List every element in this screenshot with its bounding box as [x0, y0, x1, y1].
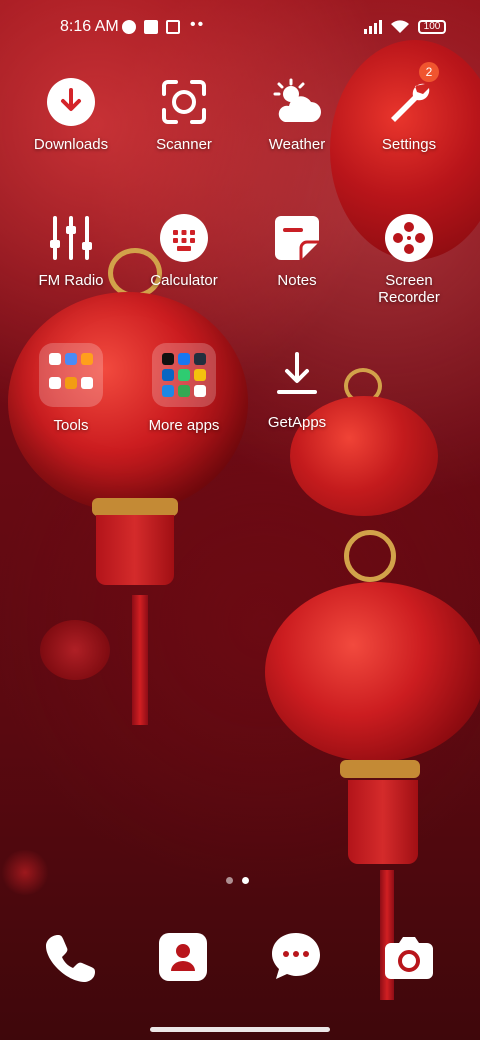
folder-label: Tools: [53, 417, 89, 434]
camera-icon: [381, 929, 437, 990]
getapps-download-icon: [273, 350, 321, 398]
film-reel-icon: [385, 214, 433, 262]
app-label: Screen Recorder: [378, 272, 440, 306]
messages-icon: [268, 929, 324, 990]
folder-app-icon: [162, 369, 174, 381]
lantern-band: [340, 760, 420, 778]
equalizer-icon: [47, 214, 95, 262]
lantern-decoration: [0, 850, 50, 895]
notes-icon: [273, 214, 321, 262]
contacts-icon: [155, 929, 211, 990]
folder-icon: [152, 343, 216, 407]
folder-app-icon: [162, 385, 174, 397]
folder-tools[interactable]: Tools: [16, 343, 126, 434]
lantern-tassel: [96, 515, 174, 585]
signal-icon: [364, 18, 386, 34]
folder-app-icon: [194, 369, 206, 381]
dock-camera[interactable]: [381, 929, 437, 985]
app-screen-recorder[interactable]: Screen Recorder: [354, 214, 464, 306]
folder-app-icon: [81, 353, 93, 365]
lantern-tassel: [348, 780, 418, 864]
phone-icon: [42, 929, 98, 990]
calculator-icon: [160, 214, 208, 262]
app-label: Settings: [381, 136, 437, 153]
wrench-icon: 2: [385, 62, 439, 126]
folder-more-apps[interactable]: More apps: [129, 343, 239, 434]
page-indicator: [226, 877, 256, 885]
folder-grid: [162, 353, 206, 397]
scanner-icon: [160, 78, 208, 126]
page-dot: [226, 877, 233, 884]
moon-icon: [122, 20, 136, 34]
app-label: FM Radio: [38, 272, 104, 289]
dock-phone[interactable]: [42, 929, 98, 985]
app-fm-radio[interactable]: FM Radio: [16, 214, 126, 289]
app-weather[interactable]: Weather: [242, 78, 352, 153]
battery-level: 100: [423, 21, 441, 32]
folder-grid: [49, 353, 93, 397]
folder-app-icon: [65, 353, 77, 365]
app-getapps[interactable]: GetApps: [242, 350, 352, 431]
app-label: Weather: [268, 136, 326, 153]
square-icon: [144, 20, 158, 34]
app-label: GetApps: [267, 414, 327, 431]
app-calculator[interactable]: Calculator: [129, 214, 239, 289]
folder-app-icon: [194, 353, 206, 365]
wifi-icon: [390, 18, 410, 34]
page-dot-active: [242, 877, 249, 884]
folder-label: More apps: [148, 417, 220, 434]
lantern-decoration: [40, 620, 110, 680]
home-indicator[interactable]: [150, 1027, 330, 1032]
folder-app-icon: [81, 377, 93, 389]
status-time: 8:16 AM: [60, 18, 119, 35]
weather-icon: [273, 78, 321, 126]
folder-app-icon: [178, 369, 190, 381]
more-icon: ••: [190, 16, 206, 33]
upload-icon: [166, 20, 180, 34]
app-scanner[interactable]: Scanner: [129, 78, 239, 153]
folder-icon: [39, 343, 103, 407]
download-icon: [47, 78, 95, 126]
lantern-decoration: [265, 582, 480, 762]
app-label: Notes: [277, 272, 317, 289]
folder-app-icon: [194, 385, 206, 397]
folder-app-icon: [178, 385, 190, 397]
folder-app-icon: [162, 353, 174, 365]
lantern-band: [92, 498, 178, 516]
folder-app-icon: [178, 353, 190, 365]
folder-app-icon: [49, 353, 61, 365]
app-label: Downloads: [33, 136, 109, 153]
app-label: Calculator: [150, 272, 218, 289]
lantern-cord: [132, 595, 148, 725]
folder-app-icon: [65, 377, 77, 389]
app-downloads[interactable]: Downloads: [16, 78, 126, 153]
app-label: Scanner: [156, 136, 212, 153]
lantern-ring: [344, 530, 396, 582]
status-bar: 8:16 AM •• 100: [0, 0, 480, 56]
app-notes[interactable]: Notes: [242, 214, 352, 289]
dock-contacts[interactable]: [155, 929, 211, 985]
app-settings[interactable]: 2 Settings: [354, 62, 464, 153]
folder-app-icon: [49, 377, 61, 389]
dock-messages[interactable]: [268, 929, 324, 985]
notification-badge: 2: [419, 62, 439, 82]
